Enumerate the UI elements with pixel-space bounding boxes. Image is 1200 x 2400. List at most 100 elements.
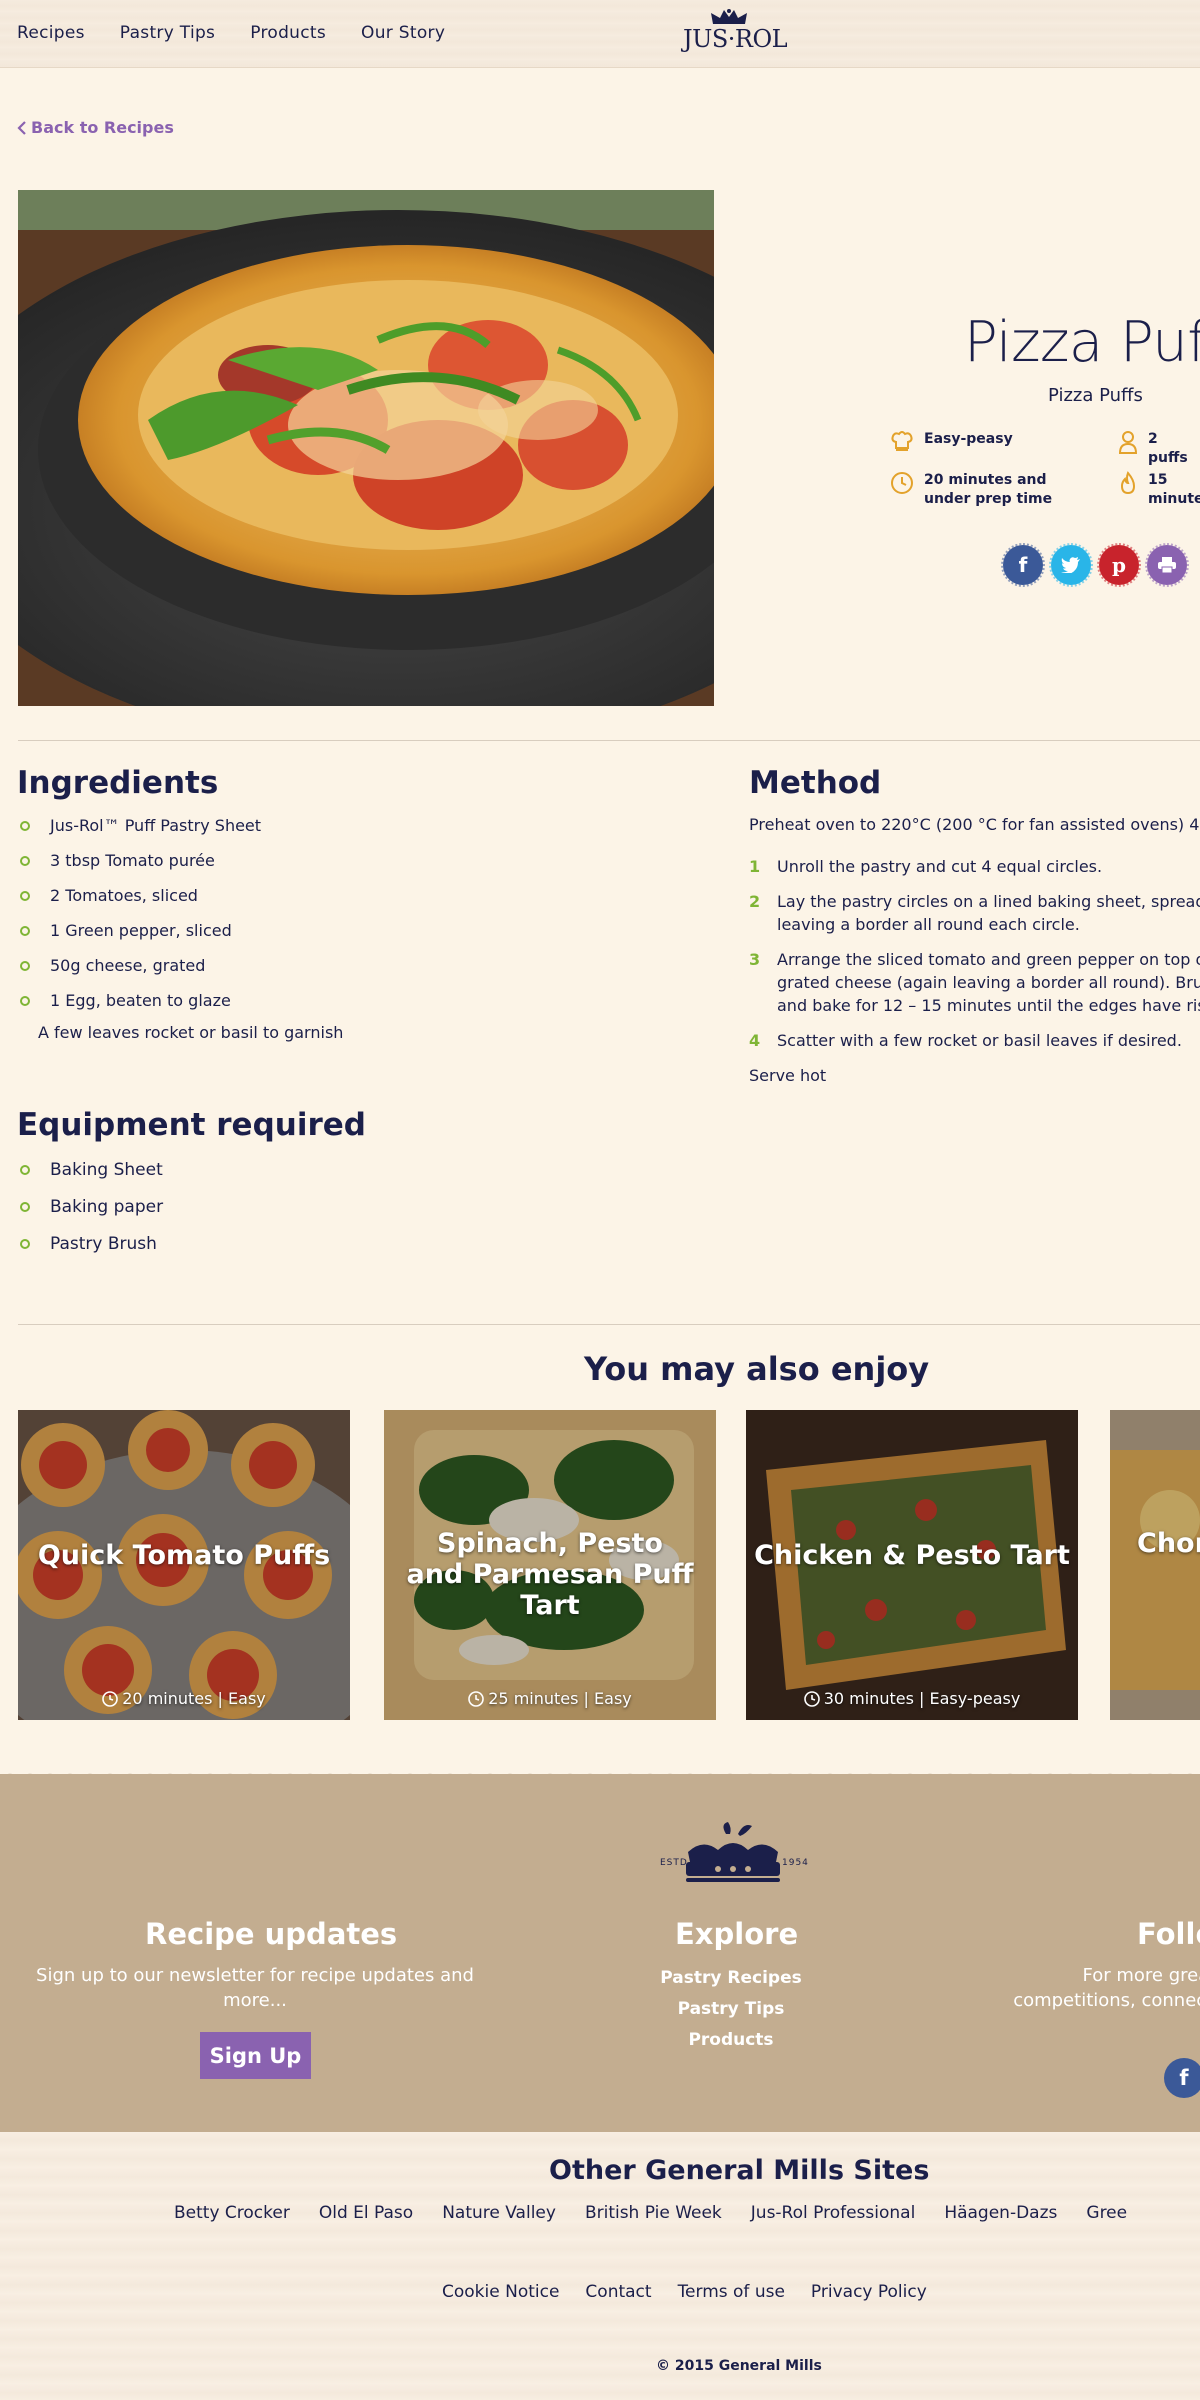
recipe-updates-heading: Recipe updates — [145, 1917, 398, 1951]
site-link-jus-rol-professional[interactable]: Jus-Rol Professional — [751, 2203, 916, 2223]
site-header: Recipes Pastry Tips Products Our Story J… — [0, 0, 1200, 68]
privacy-policy-link[interactable]: Privacy Policy — [811, 2282, 927, 2302]
site-link-british-pie-week[interactable]: British Pie Week — [585, 2203, 722, 2223]
recipe-hero-image — [18, 190, 714, 706]
sign-up-button[interactable]: Sign Up — [200, 2032, 311, 2079]
crown-icon — [686, 1822, 780, 1882]
back-to-recipes-link[interactable]: Back to Recipes — [17, 118, 174, 137]
serve-note: Serve hot — [749, 1066, 827, 1085]
clock-icon — [468, 1690, 485, 1707]
nav-our-story[interactable]: Our Story — [361, 23, 445, 43]
facebook-icon: f — [1179, 2066, 1189, 2090]
ingredient-item: 3 tbsp Tomato purée — [18, 851, 261, 870]
nav-products[interactable]: Products — [250, 23, 326, 43]
chef-hat-icon — [891, 431, 913, 451]
contact-link[interactable]: Contact — [585, 2282, 651, 2302]
pinterest-icon: p — [1112, 553, 1126, 577]
method-step: 3 Arrange the sliced tomato and green pe… — [749, 950, 1200, 1015]
chevron-left-icon — [17, 120, 26, 135]
ingredient-item: 1 Green pepper, sliced — [18, 921, 261, 940]
clock-icon — [891, 472, 913, 494]
recipe-subtitle: Pizza Puffs — [1048, 385, 1143, 406]
ingredients-list: Jus-Rol™ Puff Pastry Sheet 3 tbsp Tomato… — [18, 816, 261, 1026]
card-title: Spinach, Pesto and Parmesan Puff Tart — [406, 1528, 694, 1621]
explore-heading: Explore — [675, 1917, 799, 1951]
facebook-follow-button[interactable]: f — [1164, 2058, 1200, 2098]
servings-info: 2 puffs — [1118, 430, 1200, 468]
site-link-old-el-paso[interactable]: Old El Paso — [319, 2203, 413, 2223]
equipment-item: Baking Sheet — [18, 1160, 163, 1180]
equipment-item: Pastry Brush — [18, 1234, 163, 1254]
recipe-card-chicken-pesto-tart[interactable]: Chicken & Pesto Tart 30 minutes | Easy-p… — [746, 1410, 1078, 1720]
footer-link-pastry-recipes[interactable]: Pastry Recipes — [631, 1963, 831, 1994]
general-mills-sites: Betty Crocker Old El Paso Nature Valley … — [174, 2203, 1127, 2223]
ingredient-item: 50g cheese, grated — [18, 956, 261, 975]
copyright: © 2015 General Mills — [656, 2358, 822, 2374]
follow-heading: Follo — [1137, 1917, 1200, 1951]
logo-year: 1954 — [782, 1858, 809, 1868]
footer-link-products[interactable]: Products — [631, 2025, 831, 2056]
recipe-card-quick-tomato-puffs[interactable]: Quick Tomato Puffs 20 minutes | Easy — [18, 1410, 350, 1720]
difficulty-info: Easy-peasy — [890, 430, 1013, 452]
card-meta: 30 minutes | Easy-peasy — [746, 1689, 1078, 1708]
follow-text: For more great rec competitions, connect… — [1013, 1965, 1200, 2011]
pinterest-share-button[interactable]: p — [1097, 543, 1141, 587]
twitter-share-button[interactable] — [1049, 543, 1093, 587]
garnish-note: A few leaves rocket or basil to garnish — [38, 1023, 344, 1042]
card-meta: 25 minutes | Easy — [384, 1689, 716, 1708]
difficulty-text: Easy-peasy — [924, 431, 1013, 447]
recipe-card-partial[interactable]: Chor Sh — [1110, 1410, 1200, 1720]
ingredient-item: Jus-Rol™ Puff Pastry Sheet — [18, 816, 261, 835]
site-footer — [0, 1774, 1200, 2132]
facebook-icon: f — [1018, 553, 1028, 577]
section-divider — [18, 1324, 1200, 1325]
equipment-heading: Equipment required — [17, 1107, 366, 1143]
ingredients-heading: Ingredients — [17, 765, 219, 801]
site-link-haagen-dazs[interactable]: Häagen-Dazs — [944, 2203, 1057, 2223]
jusrol-logo[interactable]: JUS·ROL — [683, 8, 788, 60]
crown-icon — [711, 9, 747, 24]
clock-icon — [102, 1690, 119, 1707]
main-nav: Recipes Pastry Tips Products Our Story — [17, 23, 445, 43]
social-share: f p — [1001, 543, 1189, 587]
site-link-betty-crocker[interactable]: Betty Crocker — [174, 2203, 290, 2223]
prep-time-text: 20 minutes and under prep time — [924, 472, 1053, 507]
card-meta: 20 minutes | Easy — [18, 1689, 350, 1708]
card-title: Chor Sh — [1137, 1528, 1200, 1559]
method-step: 1 Unroll the pastry and cut 4 equal circ… — [749, 857, 1103, 876]
site-link-nature-valley[interactable]: Nature Valley — [442, 2203, 556, 2223]
also-enjoy-heading: You may also enjoy — [584, 1350, 930, 1388]
method-step: 4 Scatter with a few rocket or basil lea… — [749, 1031, 1182, 1050]
site-link-partial[interactable]: Gree — [1086, 2203, 1127, 2223]
cookie-notice-link[interactable]: Cookie Notice — [442, 2282, 559, 2302]
legal-links: Cookie Notice Contact Terms of use Priva… — [442, 2282, 927, 2302]
equipment-list: Baking Sheet Baking paper Pastry Brush — [18, 1160, 163, 1271]
print-button[interactable] — [1145, 543, 1189, 587]
section-divider — [18, 740, 1200, 741]
method-heading: Method — [749, 765, 882, 801]
card-title: Chicken & Pesto Tart — [754, 1540, 1070, 1571]
method-steps: 1 Unroll the pastry and cut 4 equal circ… — [749, 855, 1200, 1064]
general-mills-heading: Other General Mills Sites — [549, 2155, 930, 2186]
terms-of-use-link[interactable]: Terms of use — [678, 2282, 785, 2302]
flame-icon — [1120, 471, 1136, 495]
nav-recipes[interactable]: Recipes — [17, 23, 85, 43]
card-title: Quick Tomato Puffs — [37, 1540, 331, 1571]
ingredient-item: 1 Egg, beaten to glaze — [18, 991, 261, 1010]
prep-time-info: 20 minutes and under prep time — [890, 471, 1060, 509]
nav-pastry-tips[interactable]: Pastry Tips — [120, 23, 215, 43]
recipe-card-spinach-pesto-tart[interactable]: Spinach, Pesto and Parmesan Puff Tart 25… — [384, 1410, 716, 1720]
printer-icon — [1158, 557, 1176, 574]
facebook-share-button[interactable]: f — [1001, 543, 1045, 587]
equipment-item: Baking paper — [18, 1197, 163, 1217]
clock-icon — [803, 1690, 820, 1707]
ingredient-item: 2 Tomatoes, sliced — [18, 886, 261, 905]
recipe-title: Pizza Puffs — [964, 310, 1200, 375]
back-label: Back to Recipes — [31, 118, 174, 137]
footer-link-pastry-tips[interactable]: Pastry Tips — [631, 1994, 831, 2025]
cook-time-info: 15 minutes — [1118, 471, 1200, 509]
method-intro: Preheat oven to 220°C (200 °C for fan as… — [749, 815, 1200, 834]
logo-estd: ESTD — [660, 1858, 688, 1868]
footer-crown-logo: ESTD 1954 — [658, 1820, 808, 1890]
cook-time-text: 15 minutes — [1148, 472, 1200, 507]
